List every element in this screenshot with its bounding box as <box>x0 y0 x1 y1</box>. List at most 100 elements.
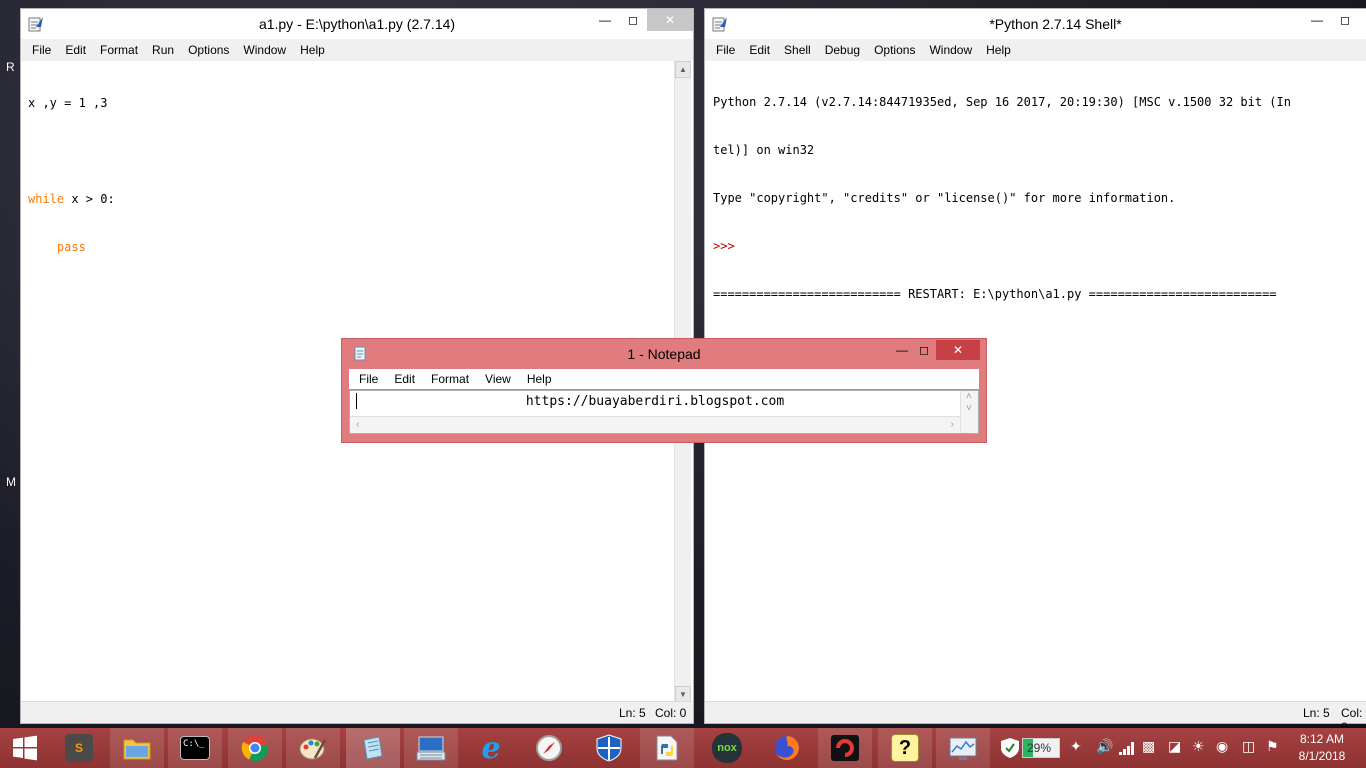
menu-window[interactable]: Window <box>922 43 979 57</box>
notepad-icon <box>363 736 383 760</box>
taskbar-notepad[interactable] <box>346 728 400 768</box>
menu-help[interactable]: Help <box>519 372 560 386</box>
menu-file[interactable]: File <box>351 372 386 386</box>
desktop-edge-glyph: M <box>6 475 16 489</box>
taskbar-defender[interactable] <box>582 728 636 768</box>
menu-options[interactable]: Options <box>181 43 236 57</box>
column-number: Col: 0 <box>655 706 687 720</box>
notepad-text-area[interactable]: https://buayaberdiri.blogspot.com ‹ › ˄ … <box>349 390 979 434</box>
taskbar-ie[interactable]: e <box>464 728 518 768</box>
tray-app-icon[interactable]: ☀ <box>1192 738 1205 755</box>
editor-statusbar: Ln: 5 Col: 0 <box>21 701 693 723</box>
taskbar-compass[interactable] <box>522 728 576 768</box>
scroll-right-arrow-icon[interactable]: › <box>951 419 954 430</box>
maximize-button[interactable]: ◻ <box>1331 9 1359 31</box>
line-number: Ln: 5 <box>1303 706 1330 720</box>
notepad-content: https://buayaberdiri.blogspot.com <box>525 394 785 409</box>
taskbar-monitor[interactable] <box>936 728 990 768</box>
tray-app-icon[interactable]: ◫ <box>1242 738 1255 755</box>
line-number: Ln: 5 <box>619 706 646 720</box>
maximize-button[interactable]: ◻ <box>619 9 647 31</box>
shell-title: *Python 2.7.14 Shell* <box>989 16 1122 32</box>
editor-titlebar[interactable]: a1.py - E:\python\a1.py (2.7.14) — ◻ ✕ <box>21 9 693 39</box>
clock-time: 8:12 AM <box>1299 732 1345 746</box>
code-text: x > 0: <box>64 192 115 206</box>
firefox-icon <box>775 736 799 760</box>
tray-app-icon[interactable]: ◉ <box>1216 738 1228 755</box>
shell-menubar: File Edit Shell Debug Options Window Hel… <box>705 39 1366 61</box>
menu-run[interactable]: Run <box>145 43 181 57</box>
clock-date: 8/1/2018 <box>1298 749 1346 763</box>
taskbar-python[interactable] <box>640 728 694 768</box>
keyword-pass: pass <box>56 240 86 254</box>
volume-icon[interactable]: 🔊 <box>1096 738 1113 755</box>
shell-statusbar: Ln: 5 Col: 0 <box>705 701 1366 734</box>
taskbar-sublime[interactable]: S <box>52 728 106 768</box>
taskbar-chrome[interactable] <box>228 728 282 768</box>
menu-file[interactable]: File <box>25 43 58 57</box>
minimize-button[interactable]: — <box>1303 9 1331 31</box>
tray-app-icon[interactable]: ◪ <box>1168 738 1181 755</box>
internet-explorer-icon: e <box>481 730 501 766</box>
taskbar-garena[interactable] <box>818 728 872 768</box>
maximize-button[interactable]: ◻ <box>910 339 938 361</box>
menu-file[interactable]: File <box>709 43 742 57</box>
restart-banner: ========================== RESTART: E:\p… <box>713 287 1277 301</box>
folder-icon <box>123 739 151 760</box>
menu-help[interactable]: Help <box>979 43 1018 57</box>
tray-app-icon[interactable]: ▩ <box>1142 738 1155 755</box>
scroll-up-arrow-icon[interactable]: ˄ <box>966 391 972 402</box>
taskbar-keyboard[interactable] <box>404 728 458 768</box>
taskbar-paint[interactable] <box>286 728 340 768</box>
menu-view[interactable]: View <box>477 372 519 386</box>
help-file-icon: ? <box>891 734 919 762</box>
output-line: Type "copyright", "credits" or "license(… <box>713 191 1176 205</box>
code-line: pass <box>28 239 668 255</box>
security-shield-icon[interactable] <box>1000 737 1020 759</box>
taskbar-firefox[interactable] <box>760 728 814 768</box>
shell-titlebar[interactable]: *Python 2.7.14 Shell* — ◻ <box>705 9 1366 39</box>
taskbar-explorer[interactable] <box>110 728 164 768</box>
scroll-up-arrow-icon[interactable]: ▲ <box>675 61 691 78</box>
notepad-titlebar[interactable]: 1 - Notepad — ◻ ✕ <box>342 339 986 367</box>
code-line: x ,y = 1 ,3 <box>28 96 108 110</box>
notepad-window: 1 - Notepad — ◻ ✕ File Edit Format View … <box>341 338 987 443</box>
python-file-icon <box>656 735 678 761</box>
output-line: tel)] on win32 <box>713 143 815 157</box>
windows-logo-icon <box>13 735 37 761</box>
shield-icon <box>596 734 622 762</box>
menu-window[interactable]: Window <box>236 43 293 57</box>
clock[interactable]: 8:12 AM 8/1/2018 <box>1290 732 1354 763</box>
battery-percent: 29% <box>1027 741 1052 755</box>
menu-edit[interactable]: Edit <box>58 43 93 57</box>
menu-edit[interactable]: Edit <box>742 43 777 57</box>
notepad-horizontal-scrollbar[interactable]: ‹ › <box>350 416 960 433</box>
network-icon[interactable]: ✦ <box>1070 738 1082 755</box>
shell-prompt: >>> <box>713 239 735 253</box>
taskbar-help[interactable]: ? <box>878 728 932 768</box>
menu-help[interactable]: Help <box>293 43 332 57</box>
keyword-while: while <box>28 192 65 206</box>
sublime-text-icon: S <box>65 734 93 762</box>
close-button[interactable]: ✕ <box>936 340 980 360</box>
menu-format[interactable]: Format <box>93 43 145 57</box>
scroll-left-arrow-icon[interactable]: ‹ <box>356 419 359 430</box>
chrome-icon <box>241 735 269 762</box>
action-center-flag-icon[interactable]: ⚑ <box>1266 738 1279 755</box>
scroll-down-arrow-icon[interactable]: ˅ <box>966 403 972 414</box>
paint-icon <box>299 738 327 760</box>
close-button[interactable]: ✕ <box>647 9 693 31</box>
menu-edit[interactable]: Edit <box>386 372 423 386</box>
notepad-vertical-scrollbar[interactable]: ˄ ˅ <box>960 391 978 433</box>
battery-indicator[interactable]: 29% <box>1022 738 1060 758</box>
menu-options[interactable]: Options <box>867 43 922 57</box>
minimize-button[interactable]: — <box>591 9 619 31</box>
start-button[interactable] <box>0 728 50 768</box>
wifi-signal-icon[interactable] <box>1118 740 1136 756</box>
menu-format[interactable]: Format <box>423 372 477 386</box>
on-screen-keyboard-icon <box>416 736 446 761</box>
menu-shell[interactable]: Shell <box>777 43 818 57</box>
taskbar-nox[interactable]: nox <box>700 728 754 768</box>
menu-debug[interactable]: Debug <box>818 43 867 57</box>
taskbar-cmd[interactable]: C:\_ <box>168 728 222 768</box>
